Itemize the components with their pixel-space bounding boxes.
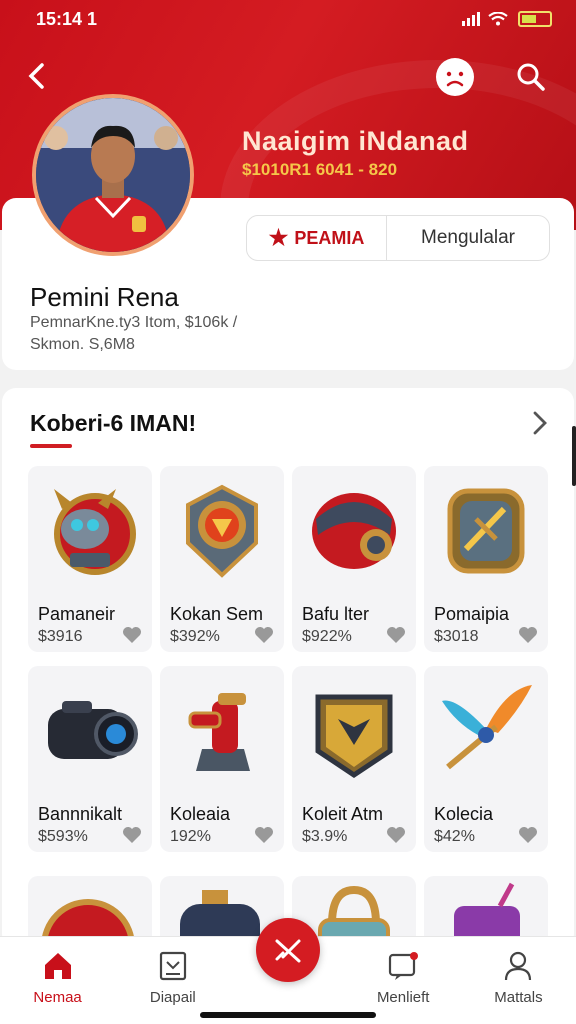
nav-item-detail[interactable]: Diapail (115, 937, 230, 1024)
item-name: Pamaneir (38, 604, 116, 624)
item-price: $593% (38, 828, 88, 845)
nav-item-profile[interactable]: Mattals (461, 937, 576, 1024)
header-title: Naaigim iNdanad (242, 126, 469, 156)
heart-icon[interactable] (122, 826, 142, 844)
collection-section: Koberi-6 IMAN! Pamaneir $3916 Kokan Sem … (2, 388, 574, 948)
nav-label: Mattals (494, 989, 543, 1006)
collection-item[interactable]: Koleaia 192% (160, 666, 284, 852)
status-bar: 15:14 1 (36, 8, 552, 30)
star-icon: ★ (268, 225, 289, 250)
collection-item[interactable]: Bannnikalt $593% (28, 666, 152, 852)
collection-item[interactable]: Kolecia $42% (424, 666, 548, 852)
armored-helmet-icon (304, 474, 404, 584)
item-price: $3.9% (302, 828, 348, 845)
red-turret-icon (172, 674, 272, 784)
nav-label: Diapail (149, 989, 196, 1006)
collection-item[interactable]: Kokan Sem $392% (160, 466, 284, 652)
collection-item[interactable]: Pomaipia $3018 (424, 466, 548, 652)
secondary-tag[interactable]: Mengulalar (387, 216, 549, 260)
item-name: Kolecia (434, 804, 494, 824)
nav-label: Nemaa (33, 989, 82, 1006)
heart-icon[interactable] (386, 626, 406, 644)
battery-icon (518, 11, 552, 27)
collection-more-button[interactable] (524, 408, 554, 438)
item-price: 192% (170, 828, 211, 845)
item-price: $3916 (38, 628, 83, 645)
collection-item[interactable]: Pamaneir $3916 (28, 466, 152, 652)
collection-grid: Pamaneir $3916 Kokan Sem $392% Bafu lter… (28, 466, 556, 852)
home-icon (44, 953, 71, 979)
chevron-right-icon (533, 411, 547, 435)
scroll-indicator (572, 426, 576, 486)
item-name: Bannnikalt (38, 804, 123, 824)
center-action-button[interactable] (256, 918, 320, 982)
player-meta-line2: Skmon. S,6M8 (30, 336, 135, 353)
profile-tags: ★ PEAMIA Mengulalar (246, 215, 550, 261)
bronze-shield-icon (436, 474, 536, 584)
secondary-tag-label: Mengulalar (421, 227, 515, 248)
item-name: Bafu lter (302, 604, 370, 624)
item-name: Koleaia (170, 804, 231, 824)
crest-shield-icon (172, 474, 272, 584)
horned-mask-icon (40, 474, 140, 584)
premium-tag-label: PEAMIA (294, 227, 365, 248)
item-price: $392% (170, 628, 220, 645)
sad-face-icon (446, 71, 464, 87)
notification-icon (389, 952, 419, 980)
winged-staff-icon (436, 674, 536, 784)
profile-face-button[interactable] (436, 58, 474, 96)
item-price: $922% (302, 628, 352, 645)
camera-device-icon (40, 674, 140, 784)
nav-item-notifications[interactable]: Menlieft (346, 937, 461, 1024)
premium-tag[interactable]: ★ PEAMIA (247, 216, 387, 260)
collection-title: Koberi-6 IMAN! (30, 410, 197, 436)
heart-icon[interactable] (122, 626, 142, 644)
crossed-swords-icon (275, 939, 301, 963)
signal-icon (462, 12, 480, 26)
player-meta: PemnarKne.ty3 Itom, $106k / Skmon. S,6M8 (30, 312, 320, 356)
nav-label: Menlieft (376, 989, 430, 1006)
home-indicator (200, 1012, 376, 1018)
collection-item[interactable]: Bafu lter $922% (292, 466, 416, 652)
collection-title-underline (30, 444, 72, 448)
user-icon (505, 951, 532, 981)
gold-badge-icon (304, 674, 404, 784)
heart-icon[interactable] (518, 626, 538, 644)
item-name: Koleit Atm (302, 804, 384, 824)
back-button[interactable] (20, 58, 56, 94)
heart-icon[interactable] (386, 826, 406, 844)
header-subtitle: $1010R1 6041 - 820 (242, 160, 398, 179)
status-time: 15:14 1 (36, 8, 98, 29)
item-price: $3018 (434, 628, 479, 645)
heart-icon[interactable] (254, 826, 274, 844)
item-price: $42% (434, 828, 475, 845)
nav-item-home[interactable]: Nemaa (0, 937, 115, 1024)
back-arrow-icon (28, 63, 44, 89)
player-avatar (32, 94, 194, 256)
search-icon (517, 63, 545, 91)
heart-icon[interactable] (518, 826, 538, 844)
search-button[interactable] (512, 58, 550, 96)
wifi-icon (488, 12, 508, 26)
item-name: Pomaipia (434, 604, 510, 624)
player-meta-line1: PemnarKne.ty3 Itom, $106k / (30, 314, 238, 331)
document-icon (159, 951, 186, 981)
item-name: Kokan Sem (170, 604, 264, 624)
heart-icon[interactable] (254, 626, 274, 644)
collection-item[interactable]: Koleit Atm $3.9% (292, 666, 416, 852)
player-name: Pemini Rena (30, 282, 179, 312)
